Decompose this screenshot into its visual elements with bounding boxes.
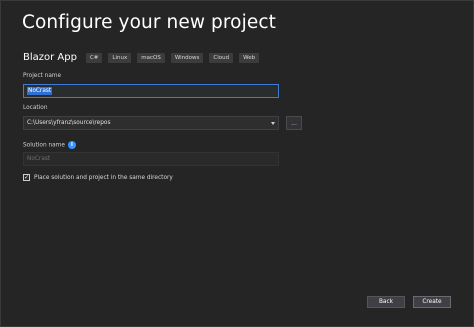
project-name-value: NoCrast [27, 87, 53, 95]
solution-name-label: Solution name [23, 142, 65, 149]
same-directory-label: Place solution and project in the same d… [34, 174, 173, 181]
tag-windows: Windows [170, 52, 204, 63]
tag-cloud: Cloud [209, 52, 234, 63]
project-name-label: Project name [23, 73, 62, 79]
solution-name-label-row: Solution name i [23, 141, 76, 149]
tag-linux: Linux [108, 52, 132, 63]
configure-project-dialog: Configure your new project Blazor App C#… [0, 0, 474, 327]
project-name-input[interactable]: NoCrast [23, 84, 279, 98]
create-button[interactable]: Create [413, 296, 451, 308]
solution-name-value: NoCrast [27, 156, 51, 162]
same-directory-option[interactable]: ✓ Place solution and project in the same… [23, 174, 173, 181]
location-label: Location [23, 105, 48, 111]
location-dropdown[interactable]: C:\Users\yfranz\source\repos [23, 116, 279, 130]
back-button[interactable]: Back [367, 296, 405, 308]
info-icon[interactable]: i [67, 141, 76, 149]
tag-macos: macOS [137, 52, 165, 63]
solution-name-input: NoCrast [23, 152, 279, 166]
template-name: Blazor App [23, 52, 77, 63]
tag-web: Web [239, 52, 260, 63]
location-value: C:\Users\yfranz\source\repos [27, 120, 111, 126]
page-title: Configure your new project [22, 12, 276, 33]
chevron-down-icon [271, 121, 275, 125]
template-summary: Blazor App C# Linux macOS Windows Cloud … [23, 51, 265, 64]
browse-location-button[interactable]: ... [286, 116, 302, 130]
same-directory-checkbox[interactable]: ✓ [23, 174, 30, 181]
tag-csharp: C# [85, 52, 103, 63]
